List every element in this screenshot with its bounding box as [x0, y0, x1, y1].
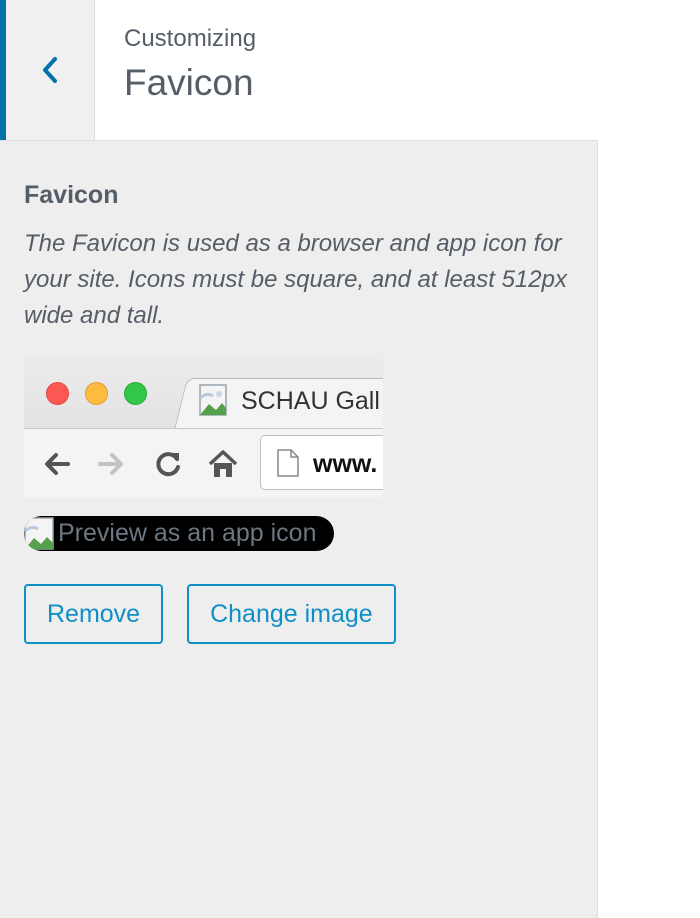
- browser-toolbar: www.: [24, 428, 383, 497]
- section-content: Favicon The Favicon is used as a browser…: [24, 176, 574, 644]
- chevron-left-icon: [40, 55, 60, 85]
- back-button[interactable]: [0, 0, 95, 140]
- action-buttons: Remove Change image: [24, 584, 396, 644]
- remove-button[interactable]: Remove: [24, 584, 164, 644]
- broken-image-icon: [199, 384, 233, 418]
- home-icon: [206, 447, 240, 486]
- url-bar: www.: [260, 435, 383, 490]
- forward-arrow-icon: [94, 447, 128, 486]
- breadcrumb: Customizing: [124, 25, 257, 52]
- customizer-panel: Customizing Favicon Favicon The Favicon …: [0, 0, 598, 918]
- change-image-button[interactable]: Change image: [187, 584, 396, 644]
- page-title: Favicon: [124, 62, 254, 103]
- document-icon: [277, 449, 299, 482]
- maximize-dot-icon: [124, 382, 147, 405]
- section-title: Favicon: [24, 181, 119, 209]
- section-description: The Favicon is used as a browser and app…: [24, 230, 567, 329]
- close-dot-icon: [46, 382, 69, 405]
- browser-preview: SCHAU Gall www.: [24, 356, 383, 497]
- panel-header: Customizing Favicon: [0, 0, 598, 141]
- minimize-dot-icon: [85, 382, 108, 405]
- app-icon-preview: Preview as an app icon: [24, 516, 334, 551]
- app-preview-label: Preview as an app icon: [58, 519, 317, 547]
- tab-title: SCHAU Gall: [241, 386, 380, 415]
- broken-image-icon: [24, 516, 58, 551]
- back-arrow-icon: [40, 447, 74, 486]
- url-text: www.: [313, 450, 378, 478]
- reload-icon: [151, 447, 185, 486]
